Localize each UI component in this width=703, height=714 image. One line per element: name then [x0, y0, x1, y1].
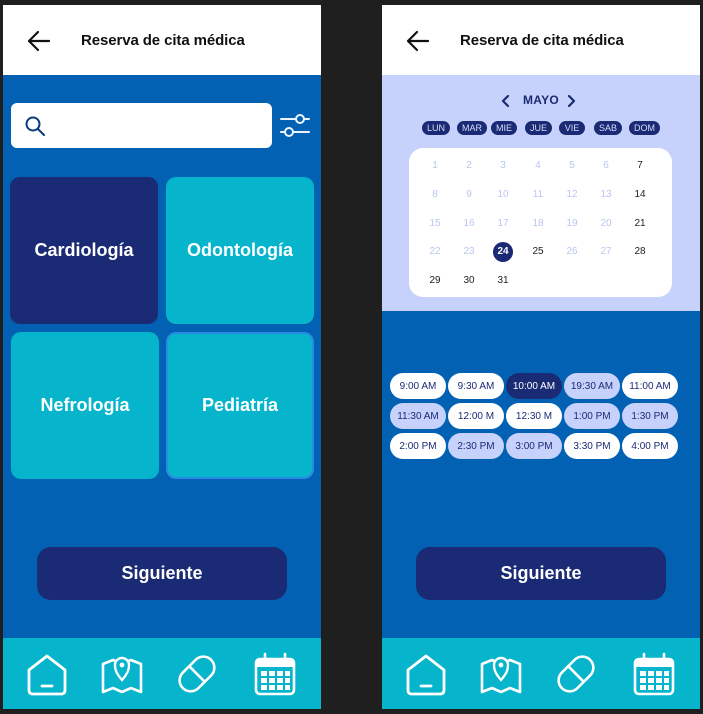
- map-icon[interactable]: [98, 650, 146, 698]
- calendar-day[interactable]: 12: [562, 185, 582, 205]
- time-slot[interactable]: 1:30 PM: [622, 403, 678, 429]
- calendar-day[interactable]: 20: [596, 214, 616, 234]
- time-slot[interactable]: 11:00 AM: [622, 373, 678, 399]
- calendar-day[interactable]: 21: [630, 214, 650, 234]
- calendar-day[interactable]: 1: [425, 156, 445, 176]
- specialty-odontologia[interactable]: Odontología: [166, 177, 314, 324]
- calendar-day[interactable]: 14: [630, 185, 650, 205]
- calendar-day[interactable]: 27: [596, 242, 616, 262]
- calendar-day[interactable]: 8: [425, 185, 445, 205]
- time-slot[interactable]: 12:30 M: [506, 403, 562, 429]
- specialty-pediatria[interactable]: Pediatría: [166, 332, 314, 479]
- calendar-day[interactable]: 24: [493, 242, 513, 262]
- calendar-day[interactable]: 3: [493, 156, 513, 176]
- calendar-day[interactable]: 9: [459, 185, 479, 205]
- back-arrow-icon[interactable]: [404, 27, 432, 55]
- specialty-screen: Reserva de cita médica Cardiología Odont…: [3, 5, 321, 709]
- home-icon[interactable]: [402, 650, 450, 698]
- time-slot[interactable]: 9:00 AM: [390, 373, 446, 399]
- chevron-right-icon[interactable]: [564, 94, 578, 108]
- calendar-grid: 1 2 3 4 5 6 7 8 9 10 11 12 13 14 15 16 17 18 19 20 21 22 23 24 2…: [409, 148, 672, 297]
- calendar-panel: MAYO LUN MAR MIE JUE VIE SAB DOM 1 2 3 4 5 6 7 8 9 10 11…: [382, 75, 700, 311]
- date-time-screen: Reserva de cita médica MAYO LUN MAR MIE JUE…: [382, 5, 700, 709]
- calendar-day[interactable]: 2: [459, 156, 479, 176]
- header: Reserva de cita médica: [382, 5, 700, 75]
- calendar-day[interactable]: 7: [630, 156, 650, 176]
- page-title: Reserva de cita médica: [460, 32, 624, 49]
- calendar-day[interactable]: 31: [493, 271, 513, 291]
- pill-icon[interactable]: [552, 650, 600, 698]
- calendar-day[interactable]: 23: [459, 242, 479, 262]
- calendar-day[interactable]: 5: [562, 156, 582, 176]
- time-slot[interactable]: 3:30 PM: [564, 433, 620, 459]
- time-slot[interactable]: 12:00 M: [448, 403, 504, 429]
- time-slot[interactable]: 2:30 PM: [448, 433, 504, 459]
- calendar-day[interactable]: 13: [596, 185, 616, 205]
- calendar-day[interactable]: 30: [459, 271, 479, 291]
- calendar-day[interactable]: 28: [630, 242, 650, 262]
- filter-sliders-icon[interactable]: [279, 113, 311, 139]
- weekday-lun: LUN: [422, 121, 451, 135]
- back-arrow-icon[interactable]: [25, 27, 53, 55]
- time-slot[interactable]: 3:00 PM: [506, 433, 562, 459]
- month-nav: MAYO: [382, 92, 700, 110]
- weekday-jue: JUE: [525, 121, 553, 135]
- map-icon[interactable]: [477, 650, 525, 698]
- calendar-day[interactable]: 25: [528, 242, 548, 262]
- search-icon: [25, 116, 45, 136]
- bottom-tabbar: [3, 638, 321, 709]
- time-slot[interactable]: 11:30 AM: [390, 403, 446, 429]
- calendar-day[interactable]: 4: [528, 156, 548, 176]
- calendar-day[interactable]: 19: [562, 214, 582, 234]
- pill-icon[interactable]: [173, 650, 221, 698]
- time-slot[interactable]: 4:00 PM: [622, 433, 678, 459]
- calendar-day[interactable]: 26: [562, 242, 582, 262]
- next-button[interactable]: Siguiente: [416, 547, 666, 600]
- specialty-cardiologia[interactable]: Cardiología: [10, 177, 158, 324]
- calendar-day[interactable]: 17: [493, 214, 513, 234]
- search-box[interactable]: [11, 103, 272, 148]
- next-button[interactable]: Siguiente: [37, 547, 287, 600]
- calendar-icon[interactable]: [251, 650, 299, 698]
- calendar-icon[interactable]: [630, 650, 678, 698]
- time-slot[interactable]: 10:00 AM: [506, 373, 562, 399]
- time-slot[interactable]: 2:00 PM: [390, 433, 446, 459]
- time-slot[interactable]: 1:00 PM: [564, 403, 620, 429]
- weekday-dom: DOM: [629, 121, 660, 135]
- search-input[interactable]: [55, 103, 265, 148]
- weekday-mar: MAR: [457, 121, 487, 135]
- calendar-day[interactable]: 6: [596, 156, 616, 176]
- calendar-day[interactable]: 11: [528, 185, 548, 205]
- bottom-tabbar: [382, 638, 700, 709]
- page-title: Reserva de cita médica: [81, 32, 245, 49]
- calendar-day[interactable]: 15: [425, 214, 445, 234]
- calendar-day[interactable]: 18: [528, 214, 548, 234]
- weekday-vie: VIE: [559, 121, 585, 135]
- home-icon[interactable]: [23, 650, 71, 698]
- calendar-day[interactable]: 16: [459, 214, 479, 234]
- time-slot[interactable]: 19:30 AM: [564, 373, 620, 399]
- month-label: MAYO: [522, 93, 560, 107]
- time-slot[interactable]: 9:30 AM: [448, 373, 504, 399]
- specialty-nefrologia[interactable]: Nefrología: [11, 332, 159, 479]
- weekday-mie: MIE: [491, 121, 518, 135]
- calendar-day[interactable]: 22: [425, 242, 445, 262]
- header: Reserva de cita médica: [3, 5, 321, 75]
- weekday-sab: SAB: [594, 121, 623, 135]
- calendar-day[interactable]: 10: [493, 185, 513, 205]
- calendar-day[interactable]: 29: [425, 271, 445, 291]
